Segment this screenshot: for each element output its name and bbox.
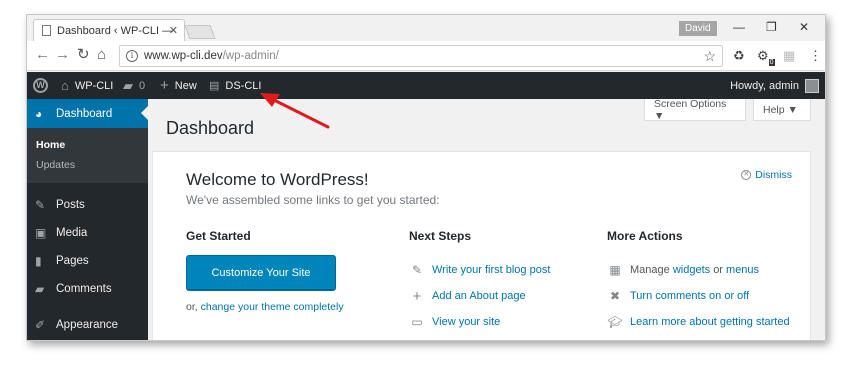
sidebar-item-posts[interactable]: ✎ Posts: [27, 191, 148, 219]
url-host: www.wp-cli.dev: [144, 50, 223, 62]
pin-icon: ✎: [35, 198, 46, 212]
submenu-updates[interactable]: Updates: [27, 155, 148, 175]
tab-strip: Dashboard ‹ WP-CLI — W ✕ David — ❐ ✕: [27, 15, 825, 41]
forward-icon[interactable]: →: [55, 47, 70, 63]
dashboard-gauge-icon: ◕: [35, 106, 43, 121]
write-post-link[interactable]: Write your first blog post: [432, 264, 550, 276]
ds-cli-link[interactable]: ▤ DS-CLI: [209, 72, 261, 99]
welcome-title: Welcome to WordPress!: [186, 170, 369, 189]
screen-options-button[interactable]: Screen Options ▼: [644, 98, 746, 122]
dismiss-link[interactable]: ✕ Dismiss: [741, 169, 792, 181]
widgets-link[interactable]: widgets: [673, 264, 710, 276]
list-item: ▭ View your site: [409, 314, 500, 330]
dismiss-label: Dismiss: [755, 169, 792, 181]
new-label: New: [174, 79, 197, 92]
sidebar-item-label: Dashboard: [56, 107, 113, 120]
tab-close-icon[interactable]: ✕: [169, 24, 178, 37]
list-item: ✖ Turn comments on or off: [607, 288, 749, 304]
browser-window: Dashboard ‹ WP-CLI — W ✕ David — ❐ ✕ ← →…: [26, 14, 826, 341]
browser-toolbar: ← → ↻ ⌂ i www.wp-cli.dev/wp-admin/ ☆ ♻ ⚙…: [27, 41, 825, 71]
edit-icon: ✎: [411, 263, 423, 277]
tab-title: Dashboard ‹ WP-CLI — W: [57, 24, 175, 37]
dashboard-submenu: Home Updates: [27, 128, 148, 183]
sidebar-item-dashboard[interactable]: ◕ Dashboard: [27, 99, 148, 128]
extension-icon[interactable]: ⚙0: [757, 48, 775, 66]
info-icon[interactable]: i: [126, 50, 138, 62]
comments-count: 0: [139, 79, 146, 92]
plus-icon: +: [412, 287, 422, 305]
sidebar-item-comments[interactable]: ▰ Comments: [27, 275, 148, 303]
next-steps-heading: Next Steps: [409, 229, 472, 243]
get-started-heading: Get Started: [186, 229, 251, 243]
browser-tab[interactable]: Dashboard ‹ WP-CLI — W ✕: [33, 19, 185, 41]
new-content-link[interactable]: + New: [160, 72, 197, 99]
home-icon[interactable]: ⌂: [97, 47, 106, 63]
list-item: ✎ Write your first blog post: [409, 262, 550, 278]
sidebar-item-label: Appearance: [56, 319, 119, 331]
sidebar-item-pages[interactable]: ▮ Pages: [27, 247, 148, 275]
howdy-label: Howdy, admin: [730, 79, 799, 92]
sidebar-item-label: Posts: [56, 199, 85, 211]
address-bar[interactable]: i www.wp-cli.dev/wp-admin/ ☆: [119, 45, 723, 67]
comments-link[interactable]: ▰ 0: [123, 72, 145, 99]
page-icon: [42, 25, 51, 36]
welcome-about: We've assembled some links to get you st…: [186, 193, 440, 207]
comments-toggle-icon: ✖: [609, 289, 621, 303]
menus-link[interactable]: menus: [726, 264, 759, 276]
url-path: /wp-admin/: [222, 50, 279, 62]
home-icon: ⌂: [61, 78, 69, 93]
wp-logo-icon[interactable]: W: [33, 72, 48, 99]
comments-toggle-link[interactable]: Turn comments on or off: [630, 290, 749, 302]
comment-icon: ▰: [35, 282, 45, 296]
restore-icon[interactable]: ❐: [766, 20, 777, 34]
submenu-home[interactable]: Home: [27, 135, 148, 155]
sidebar-item-label: Media: [56, 227, 88, 239]
sidebar-item-label: Comments: [56, 283, 112, 295]
site-name-link[interactable]: ⌂ WP-CLI: [61, 72, 113, 99]
new-tab-button[interactable]: [184, 25, 216, 39]
close-window-icon[interactable]: ✕: [799, 20, 809, 34]
profile-badge[interactable]: David: [679, 21, 717, 36]
avatar: [805, 78, 819, 93]
comment-icon: ▰: [123, 77, 133, 93]
terminal-icon: ▤: [209, 80, 220, 92]
list-item: + Add an About page: [409, 287, 526, 305]
graduation-cap-icon: 🎓︎: [607, 315, 623, 329]
sidebar-item-label: Pages: [56, 255, 89, 267]
change-theme-text: or, change your theme completely: [186, 301, 344, 313]
learn-more-link[interactable]: Learn more about getting started: [630, 316, 790, 328]
view-site-link[interactable]: View your site: [432, 316, 500, 328]
paintbrush-icon: ✐: [35, 318, 46, 332]
back-icon[interactable]: ←: [35, 47, 50, 63]
sidebar-item-media[interactable]: ▣ Media: [27, 219, 148, 247]
add-about-page-link[interactable]: Add an About page: [432, 290, 526, 302]
my-account-link[interactable]: Howdy, admin: [730, 72, 819, 99]
minimize-icon[interactable]: —: [733, 20, 745, 34]
change-theme-link[interactable]: change your theme completely: [201, 301, 344, 313]
media-icon: ▣: [35, 226, 47, 240]
sidebar-item-appearance[interactable]: ✐ Appearance: [27, 311, 148, 339]
admin-sidebar: ◕ Dashboard Home Updates ✎ Posts ▣ Media…: [27, 99, 148, 340]
ds-cli-label: DS-CLI: [225, 79, 262, 92]
welcome-panel: Welcome to WordPress! We've assembled so…: [152, 151, 811, 340]
pages-icon: ▮: [35, 254, 42, 268]
close-icon: ✕: [741, 170, 752, 180]
recycle-extension-icon[interactable]: ♻: [733, 48, 745, 64]
monitor-icon: ▭: [411, 315, 423, 329]
more-actions-heading: More Actions: [607, 229, 683, 243]
grid-extension-icon[interactable]: ▦: [783, 48, 795, 64]
widgets-icon: ▦: [609, 263, 621, 277]
main-content: Screen Options ▼ Help ▼ Dashboard Welcom…: [148, 98, 825, 340]
customize-site-button[interactable]: Customize Your Site: [186, 255, 336, 291]
reload-icon[interactable]: ↻: [77, 47, 90, 63]
plus-icon: +: [160, 77, 169, 94]
wp-admin-bar: W ⌂ WP-CLI ▰ 0 + New ▤ DS-CLI Howdy, adm…: [27, 72, 825, 99]
menu-dots-icon[interactable]: ⋮: [809, 48, 822, 64]
help-button[interactable]: Help ▼: [753, 99, 811, 121]
bookmark-star-icon[interactable]: ☆: [703, 48, 716, 65]
page-title: Dashboard: [166, 118, 255, 138]
list-item: 🎓︎ Learn more about getting started: [607, 314, 790, 330]
site-name: WP-CLI: [74, 79, 114, 92]
list-item: ▦ Manage widgets or menus: [607, 262, 759, 278]
